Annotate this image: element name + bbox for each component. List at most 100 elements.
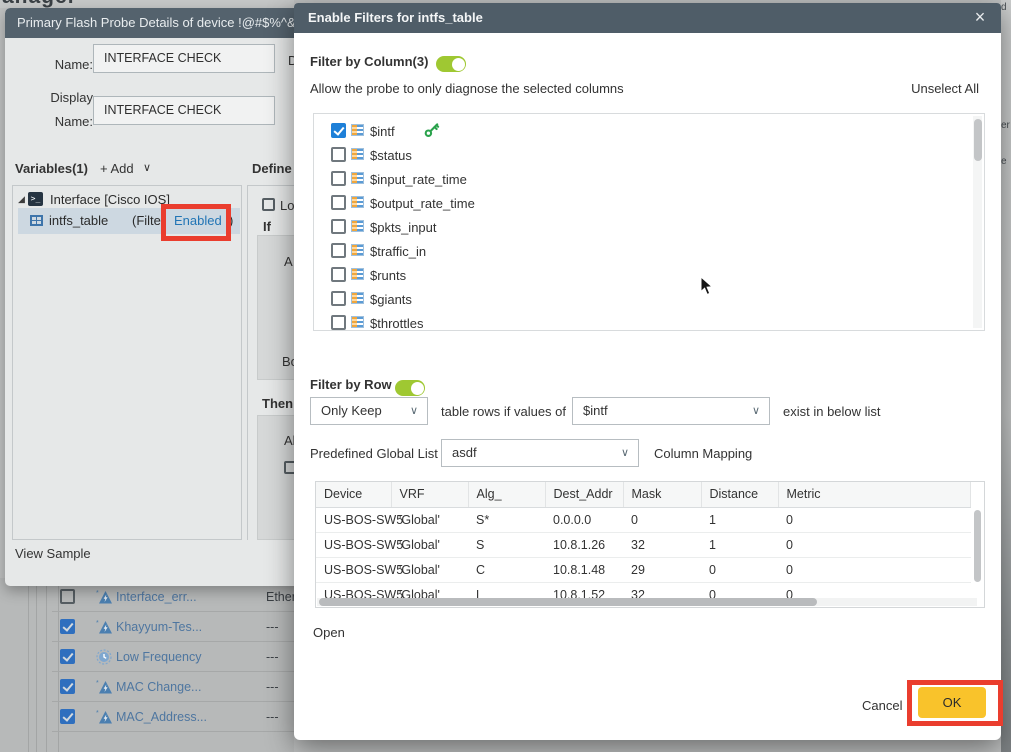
scrollbar-thumb[interactable] xyxy=(974,119,982,161)
column-checkbox[interactable] xyxy=(331,195,346,210)
probe-value: --- xyxy=(266,650,279,664)
column-checkbox[interactable] xyxy=(331,243,346,258)
open-link[interactable]: Open xyxy=(313,625,345,640)
table-row: Low Frequency --- xyxy=(52,642,294,672)
scrollbar-track[interactable] xyxy=(973,116,982,328)
column-checkbox[interactable] xyxy=(331,123,346,138)
column-header[interactable]: VRF xyxy=(391,482,468,507)
filter-by-column-toggle[interactable] xyxy=(436,56,466,72)
list-item[interactable]: $runts xyxy=(314,265,984,287)
enabled-highlight-annotation xyxy=(161,204,231,241)
grid-line xyxy=(36,578,37,752)
display-name-field[interactable]: INTERFACE CHECK xyxy=(93,96,275,125)
table-column-icon xyxy=(351,268,364,280)
cell: 29 xyxy=(623,557,701,582)
keep-dropdown[interactable]: Only Keep ∨ xyxy=(310,397,428,425)
list-item[interactable]: $input_rate_time xyxy=(314,169,984,191)
ok-highlight-annotation xyxy=(907,680,1003,726)
table-row[interactable]: US-BOS-SW5 'Global' S* 0.0.0.0 0 1 0 xyxy=(316,507,971,532)
column-checkbox[interactable] xyxy=(331,219,346,234)
list-item[interactable]: $output_rate_time xyxy=(314,193,984,215)
add-variable-button[interactable]: + Add xyxy=(100,161,134,176)
column-header[interactable]: Mask xyxy=(623,482,701,507)
table-row: * Khayyum-Tes... --- xyxy=(52,612,294,642)
tree-expanded-icon[interactable]: ◢ xyxy=(18,194,25,205)
column-checkbox[interactable] xyxy=(331,315,346,330)
cell: C xyxy=(468,557,545,582)
column-dropdown-value: $intf xyxy=(583,403,608,418)
list-item[interactable]: $traffic_in xyxy=(314,241,984,263)
cell: 0 xyxy=(778,557,971,582)
row-checkbox[interactable] xyxy=(60,709,75,724)
cell: S xyxy=(468,532,545,557)
dialog-title: Enable Filters for intfs_table xyxy=(308,3,483,33)
cell: 1 xyxy=(701,532,778,557)
enable-filters-dialog: Enable Filters for intfs_table × Filter … xyxy=(294,3,1001,740)
column-checkbox[interactable] xyxy=(331,147,346,162)
view-sample-link[interactable]: View Sample xyxy=(15,546,91,561)
column-label: $giants xyxy=(370,292,412,307)
predefined-list-value: asdf xyxy=(452,445,477,460)
filter-by-row-toggle[interactable] xyxy=(395,380,425,396)
column-header[interactable]: Alg_ xyxy=(468,482,545,507)
then-label: Then xyxy=(262,396,293,411)
list-item[interactable]: $intf xyxy=(314,121,984,143)
log-checkbox[interactable] xyxy=(262,198,275,211)
probe-name[interactable]: MAC_Address... xyxy=(116,710,207,724)
column-header[interactable]: Distance xyxy=(701,482,778,507)
cell: 32 xyxy=(623,532,701,557)
dialog-titlebar[interactable]: Enable Filters for intfs_table × xyxy=(294,3,1001,33)
column-mapping-link[interactable]: Column Mapping xyxy=(654,446,752,461)
column-label: $status xyxy=(370,148,412,163)
scrollbar-thumb[interactable] xyxy=(974,510,981,582)
predefined-list-dropdown[interactable]: asdf ∨ xyxy=(441,439,639,467)
list-item[interactable]: $status xyxy=(314,145,984,167)
horizontal-scrollbar-thumb[interactable] xyxy=(319,598,817,606)
filter-by-column-heading: Filter by Column(3) xyxy=(310,54,428,69)
probe-name[interactable]: Interface_err... xyxy=(116,590,197,604)
table-row[interactable]: US-BOS-SW5 'Global' C 10.8.1.48 29 0 0 xyxy=(316,557,971,582)
tree-root-label[interactable]: Interface [Cisco IOS] xyxy=(50,192,170,207)
table-column-icon xyxy=(351,148,364,160)
probe-name[interactable]: Low Frequency xyxy=(116,650,201,664)
column-header[interactable]: Device xyxy=(316,482,391,507)
tree-child-label[interactable]: intfs_table xyxy=(49,213,108,228)
background-page-heading-strip: anager xyxy=(0,0,294,8)
svg-text:*: * xyxy=(96,680,99,687)
column-header[interactable]: Metric xyxy=(778,482,971,507)
row-checkbox[interactable] xyxy=(60,649,75,664)
column-checkbox[interactable] xyxy=(331,291,346,306)
chevron-down-icon[interactable]: ∨ xyxy=(143,161,151,174)
probe-icon: * xyxy=(96,709,113,730)
row-checkbox[interactable] xyxy=(60,619,75,634)
dialog-title: Primary Flash Probe Details of device !@… xyxy=(17,8,305,38)
probe-value: Ethern xyxy=(266,590,294,604)
cancel-button[interactable]: Cancel xyxy=(862,698,902,713)
row-checkbox[interactable] xyxy=(60,589,75,604)
table-row[interactable]: US-BOS-SW5 'Global' S 10.8.1.26 32 1 0 xyxy=(316,532,971,557)
list-item[interactable]: $pkts_input xyxy=(314,217,984,239)
table-column-icon xyxy=(351,124,364,136)
clipped-page-heading: anager xyxy=(2,0,77,8)
column-header[interactable]: Dest_Addr xyxy=(545,482,623,507)
list-item[interactable]: $giants xyxy=(314,289,984,311)
column-label: $throttles xyxy=(370,316,423,331)
list-item[interactable]: $throttles xyxy=(314,313,984,335)
probe-name[interactable]: MAC Change... xyxy=(116,680,201,694)
close-icon[interactable]: × xyxy=(969,3,991,32)
probe-value: --- xyxy=(266,680,279,694)
table-column-icon xyxy=(351,316,364,328)
probe-icon: * xyxy=(96,619,113,640)
table-variable-icon xyxy=(30,215,43,226)
column-dropdown[interactable]: $intf ∨ xyxy=(572,397,770,425)
filter-by-column-description: Allow the probe to only diagnose the sel… xyxy=(310,81,624,96)
unselect-all-link[interactable]: Unselect All xyxy=(911,81,979,96)
probe-name[interactable]: Khayyum-Tes... xyxy=(116,620,202,634)
chevron-down-icon: ∨ xyxy=(410,398,418,424)
horizontal-scrollbar-track[interactable] xyxy=(317,598,977,606)
row-checkbox[interactable] xyxy=(60,679,75,694)
column-checkbox[interactable] xyxy=(331,171,346,186)
name-field[interactable]: INTERFACE CHECK xyxy=(93,44,275,73)
column-checkbox[interactable] xyxy=(331,267,346,282)
dialog-titlebar[interactable]: Primary Flash Probe Details of device !@… xyxy=(5,8,305,38)
